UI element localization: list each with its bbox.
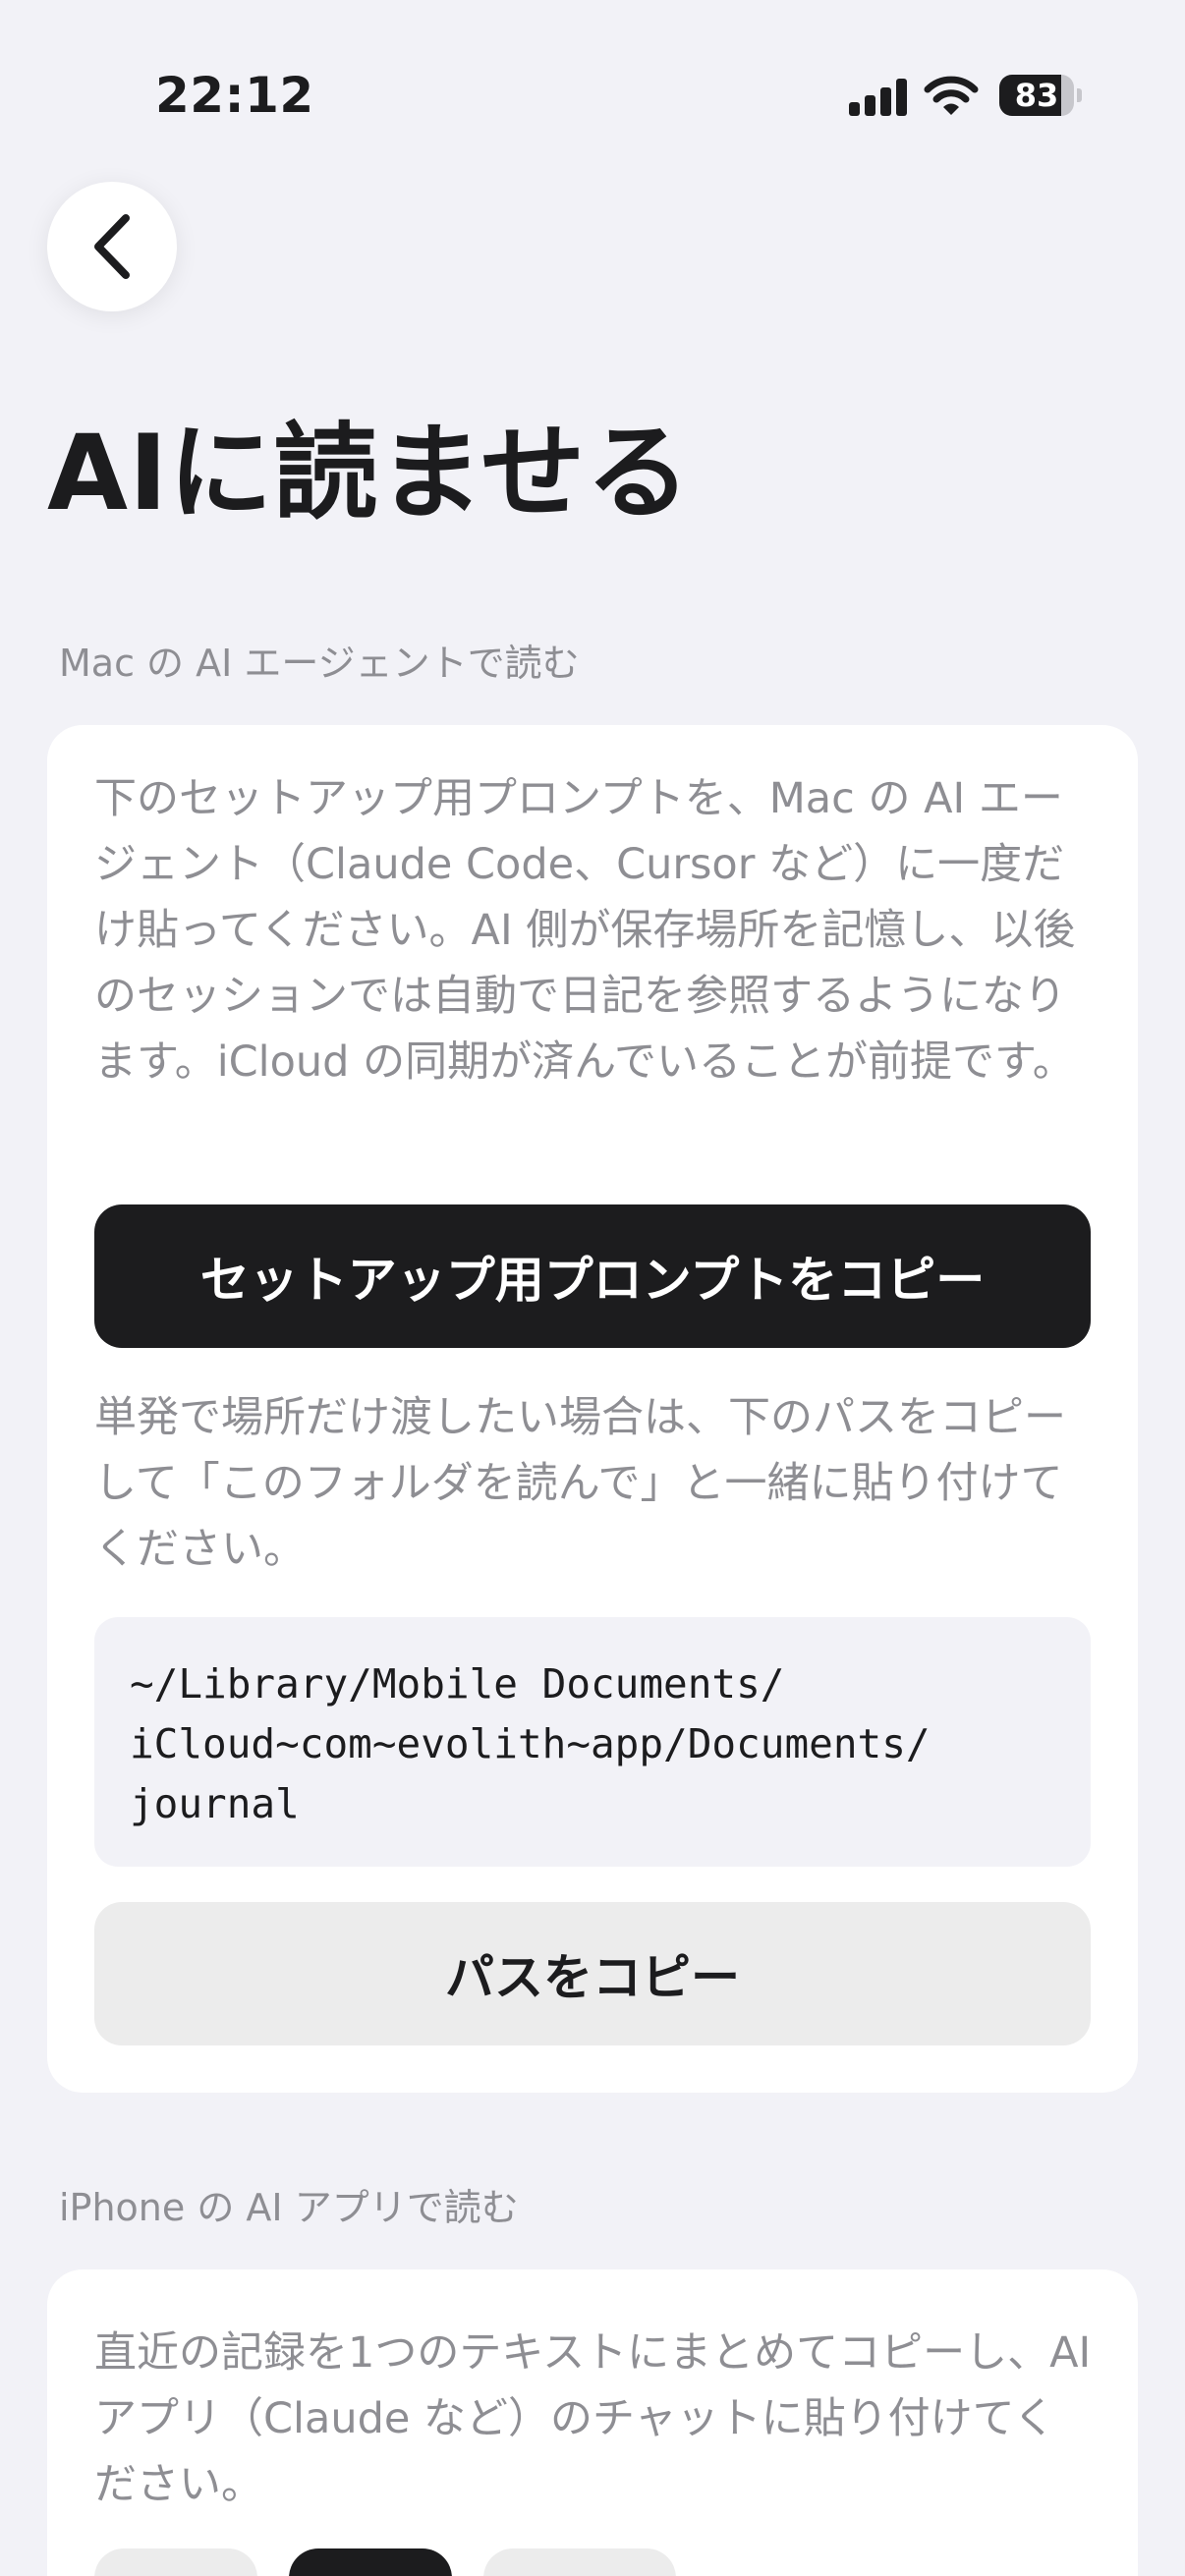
- range-option-chip[interactable]: [94, 2548, 257, 2576]
- back-button[interactable]: [47, 182, 177, 311]
- iphone-description: 直近の記録を1つのテキストにまとめてコピーし、AI アプリ（Claude など）…: [94, 2328, 1092, 2509]
- copy-setup-prompt-button[interactable]: セットアップ用プロンプトをコピー: [94, 1204, 1091, 1348]
- copy-path-button[interactable]: パスをコピー: [94, 1902, 1091, 2045]
- mac-description: 下のセットアップ用プロンプトを、Mac の AI エージェント（Claude C…: [94, 774, 1076, 1087]
- chevron-left-icon: [94, 214, 130, 279]
- path-line: ~/Library/Mobile Documents/: [130, 1660, 785, 1708]
- path-line: journal: [130, 1780, 300, 1827]
- status-bar: 22:12 83: [0, 0, 1185, 196]
- iphone-section-header: iPhone の AI アプリで読む: [59, 2186, 519, 2229]
- battery-cap: [1077, 88, 1082, 102]
- path-description: 単発で場所だけ渡したい場合は、下のパスをコピーして「このフォルダを読んで」と一緒…: [94, 1393, 1066, 1574]
- screen: 22:12 83 AIに読ませる Mac の AI エージェントで読む 下のセッ…: [0, 0, 1185, 2576]
- page-title: AIに読ませる: [47, 413, 692, 533]
- path-line: iCloud~com~evolith~app/Documents/: [130, 1720, 931, 1767]
- range-option-chip[interactable]: [483, 2548, 676, 2576]
- battery-icon: 83: [999, 75, 1082, 116]
- wifi-icon: [924, 76, 979, 115]
- mac-section-card: 下のセットアップ用プロンプトを、Mac の AI エージェント（Claude C…: [47, 725, 1138, 2093]
- cellular-signal-icon: [849, 77, 908, 116]
- mac-section-header: Mac の AI エージェントで読む: [59, 642, 580, 685]
- battery-body: 83: [999, 75, 1074, 116]
- iphone-section-card: 直近の記録を1つのテキストにまとめてコピーし、AI アプリ（Claude など）…: [47, 2269, 1138, 2576]
- battery-level: 83: [1014, 77, 1059, 114]
- path-display: ~/Library/Mobile Documents/ iCloud~com~e…: [94, 1617, 1091, 1867]
- range-option-chip-selected[interactable]: [289, 2548, 452, 2576]
- status-time: 22:12: [155, 67, 314, 124]
